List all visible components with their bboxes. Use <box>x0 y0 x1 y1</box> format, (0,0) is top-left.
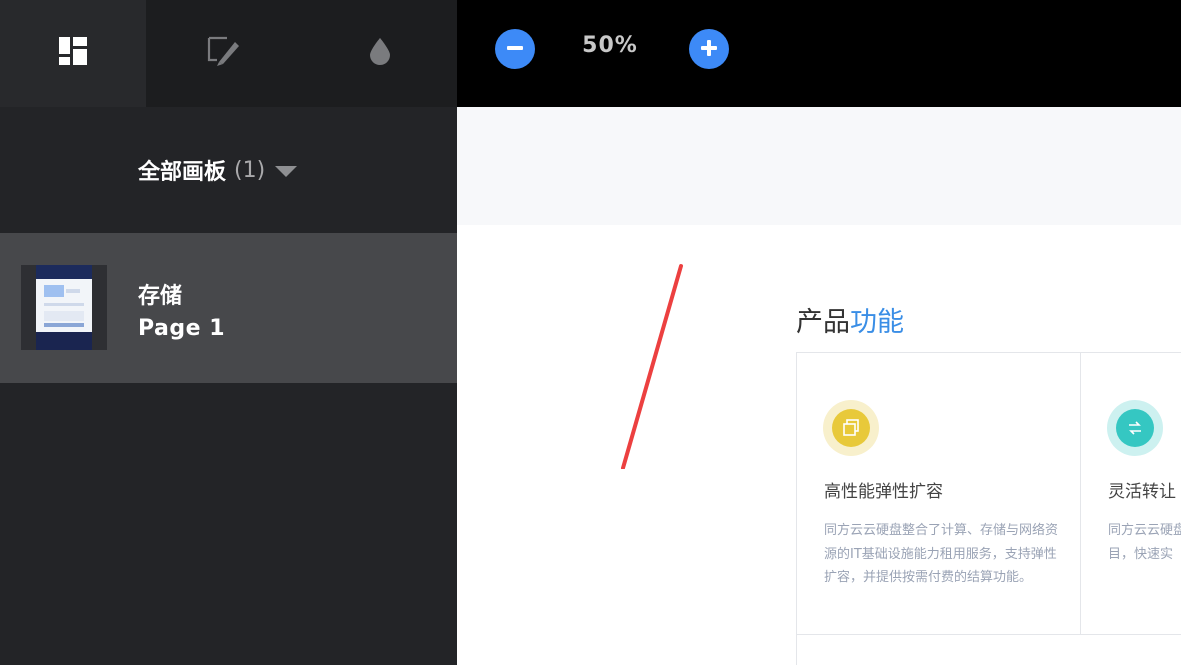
color-drop-icon <box>369 37 391 70</box>
feature-card-description: 同方云云硬盘整合了计算、存储与网络资源的IT基础设施能力租用服务，支持弹性扩容，… <box>824 523 1059 585</box>
annotation-line <box>621 264 683 469</box>
feature-card-title: 灵活转让 <box>1108 482 1176 502</box>
dashboard-icon <box>59 37 87 70</box>
page-list-item[interactable]: 存储 Page 1 <box>0 233 457 383</box>
zoom-out-button[interactable] <box>495 29 535 69</box>
page-name: 存储 <box>138 284 183 309</box>
zoom-level: 50% <box>582 33 638 58</box>
transfer-icon <box>1107 400 1163 456</box>
tab-color[interactable] <box>302 0 457 107</box>
grid-divider <box>797 634 1181 635</box>
board-count: (1) <box>234 157 266 183</box>
section-title-main: 产品 <box>796 307 850 338</box>
minus-icon <box>505 38 525 61</box>
canvas-header-band <box>457 107 1181 225</box>
board-filter-dropdown[interactable]: 全部画板 (1) <box>0 107 457 233</box>
feature-card-grid: 高性能弹性扩容 同方云云硬盘整合了计算、存储与网络资源的IT基础设施能力租用服务… <box>796 352 1181 665</box>
page-subtitle: Page 1 <box>138 316 226 341</box>
feature-card-description: 同方云云硬盘 目，快速实 <box>1108 519 1181 566</box>
edit-annotate-icon <box>207 36 241 71</box>
board-title: 全部画板 <box>138 160 227 185</box>
feature-card: 高性能弹性扩容 同方云云硬盘整合了计算、存储与网络资源的IT基础设施能力租用服务… <box>797 353 1081 634</box>
sidebar: 全部画板 (1) 存储 Page 1 <box>0 107 457 665</box>
tab-annotate[interactable] <box>146 0 302 107</box>
section-title: 产品功能 <box>796 300 904 339</box>
description-line: 同方云云硬盘 <box>1108 523 1181 538</box>
description-line: 目，快速实 <box>1108 546 1174 562</box>
tab-dashboard[interactable] <box>0 0 146 107</box>
stack-copy-icon <box>823 400 879 456</box>
page-thumbnail <box>21 265 107 350</box>
section-title-accent: 功能 <box>850 307 904 338</box>
top-toolbar: 50% <box>0 0 1181 107</box>
design-canvas[interactable]: 产品功能 高性能弹性扩容 同方云云硬盘整合了计算、存储与网络资源的IT基础设施能… <box>457 107 1181 665</box>
feature-card-title: 高性能弹性扩容 <box>824 482 943 502</box>
zoom-in-button[interactable] <box>689 29 729 69</box>
feature-card: 灵活转让 同方云云硬盘 目，快速实 <box>1081 353 1181 634</box>
caret-down-icon <box>275 166 298 177</box>
plus-icon <box>699 38 719 61</box>
